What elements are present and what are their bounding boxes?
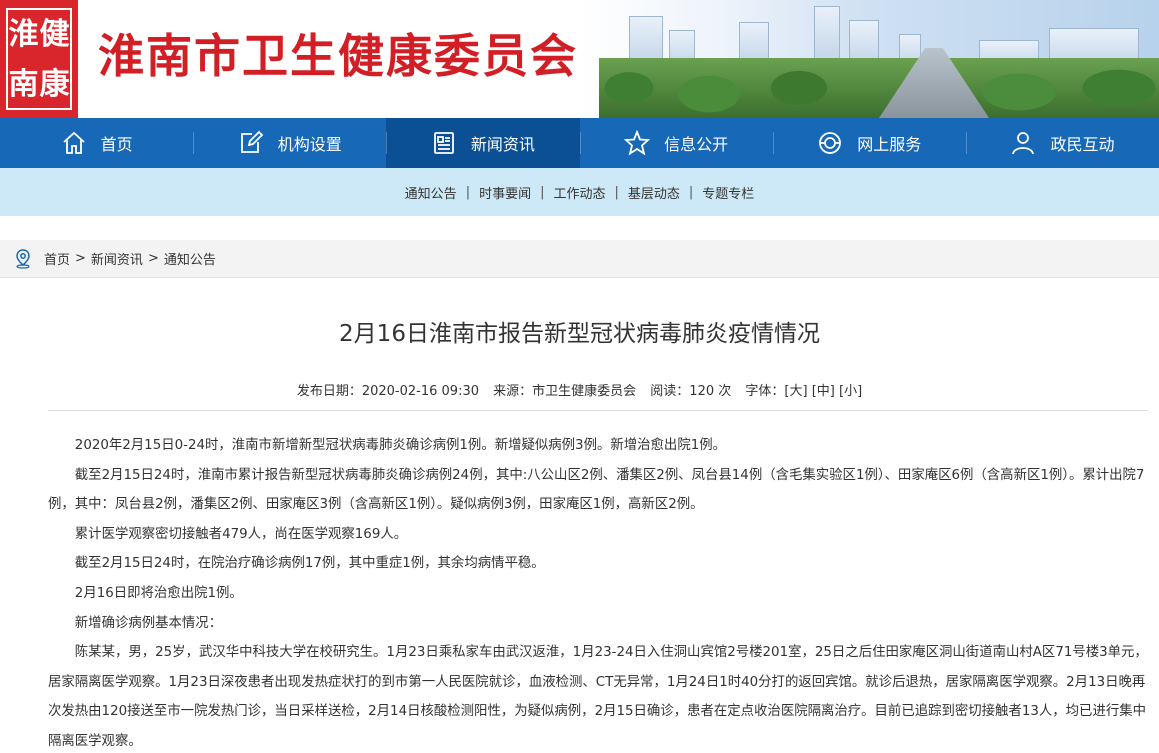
site-logo[interactable]: 淮 健 南 康	[0, 0, 78, 118]
nav-item-interaction[interactable]: 政民互动	[965, 118, 1159, 168]
breadcrumb-separator: >	[147, 251, 159, 266]
main-nav: 首页 机构设置 新闻资讯 信息公开 网上服务 政民互动	[0, 118, 1159, 168]
view-count: 阅读：120 次	[650, 384, 732, 399]
sub-nav: 通知公告 | 时事要闻 | 工作动态 | 基层动态 | 专题专栏	[0, 168, 1159, 216]
nav-item-organization[interactable]: 机构设置	[193, 118, 386, 168]
breadcrumb-home[interactable]: 首页	[44, 249, 70, 268]
user-icon	[1010, 130, 1036, 156]
article-paragraph: 截至2月15日24时，淮南市累计报告新型冠状病毒肺炎确诊病例24例，其中:八公山…	[48, 467, 1145, 513]
article-meta: 发布日期：2020-02-16 09:30 来源：市卫生健康委员会 阅读：120…	[0, 380, 1159, 399]
home-icon	[61, 130, 87, 156]
breadcrumb: 首页 > 新闻资讯 > 通知公告	[0, 240, 1159, 278]
location-pin-icon	[14, 248, 32, 269]
font-size-small-button[interactable]: [小]	[839, 384, 862, 399]
nav-item-label: 首页	[100, 135, 133, 154]
nav-item-label: 信息公开	[664, 135, 729, 154]
subnav-item-notices[interactable]: 通知公告	[396, 183, 466, 202]
seal-char: 南	[8, 67, 39, 102]
article-paragraph: 截至2月15日24时，在院治疗确诊病例17例，其中重症1例，其余均病情平稳。	[74, 556, 545, 572]
seal-char: 淮	[8, 17, 39, 52]
site-banner: 淮 健 南 康 淮南市卫生健康委员会	[0, 0, 1159, 118]
subnav-item-current-news[interactable]: 时事要闻	[470, 183, 540, 202]
font-size-large-button[interactable]: [大]	[784, 384, 807, 399]
subnav-item-grassroots[interactable]: 基层动态	[619, 183, 689, 202]
edit-icon	[238, 130, 264, 156]
nav-item-label: 政民互动	[1050, 135, 1115, 154]
article-title: 2月16日淮南市报告新型冠状病毒肺炎疫情情况	[339, 321, 820, 347]
nav-item-info-disclosure[interactable]: 信息公开	[579, 118, 773, 168]
font-size-label: 字体：	[745, 384, 785, 399]
nav-item-label: 新闻资讯	[470, 135, 535, 154]
nav-item-news[interactable]: 新闻资讯	[386, 118, 580, 168]
subnav-item-special-topics[interactable]: 专题专栏	[693, 183, 763, 202]
font-size-medium-button[interactable]: [中]	[812, 384, 835, 399]
font-size-control: 字体：[大] [中] [小]	[745, 384, 862, 399]
breadcrumb-separator: >	[75, 251, 86, 266]
breadcrumb-notices[interactable]: 通知公告	[164, 249, 216, 268]
news-icon	[431, 130, 457, 156]
nav-item-label: 机构设置	[277, 135, 342, 154]
seal-char: 康	[39, 67, 70, 102]
nav-item-home[interactable]: 首页	[0, 118, 193, 168]
divider	[48, 410, 1148, 411]
trees	[599, 58, 1159, 118]
globe-icon	[817, 130, 843, 156]
article-body: 2020年2月15日0-24时，淮南市新增新型冠状病毒肺炎确诊病例1例。新增疑似…	[48, 431, 1148, 753]
nav-item-online-service[interactable]: 网上服务	[772, 118, 966, 168]
article-paragraph: 新增确诊病例基本情况：	[74, 615, 223, 631]
city-skyline-image	[599, 0, 1159, 118]
article-paragraph: 2020年2月15日0-24时，淮南市新增新型冠状病毒肺炎确诊病例1例。新增疑似…	[74, 438, 727, 453]
article-paragraph: 累计医学观察密切接触者479人，尚在医学观察169人。	[74, 526, 408, 542]
seal-char: 健	[39, 17, 70, 52]
star-icon	[624, 130, 651, 156]
article-source: 来源：市卫生健康委员会	[493, 384, 637, 399]
article-paragraph: 2月16日即将治愈出院1例。	[74, 585, 243, 601]
publish-date: 发布日期：2020-02-16 09:30	[296, 384, 479, 399]
article-paragraph: 陈某某，男，25岁，武汉华中科技大学在校研究生。1月23日乘私家车由武汉返淮，1…	[48, 645, 1148, 749]
subnav-item-work-updates[interactable]: 工作动态	[544, 183, 614, 202]
breadcrumb-news[interactable]: 新闻资讯	[91, 249, 143, 268]
site-title: 淮南市卫生健康委员会	[98, 29, 578, 83]
nav-item-label: 网上服务	[857, 135, 922, 154]
logo-seal: 淮 健 南 康	[6, 8, 72, 110]
